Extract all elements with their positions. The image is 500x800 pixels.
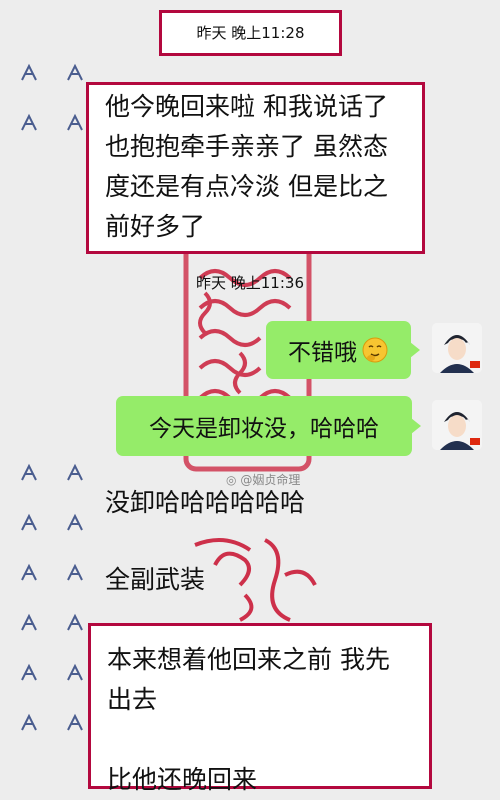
message-line: 比他还晚回来 — [107, 765, 258, 794]
sender-icon — [21, 613, 37, 631]
sender-icon — [21, 113, 37, 131]
sender-icon — [21, 563, 37, 581]
sender-icon — [67, 713, 83, 731]
message-line: 出去 — [107, 685, 158, 714]
avatar-portrait-icon — [432, 400, 482, 450]
outgoing-message-bubble[interactable]: 不错哦 — [266, 321, 420, 379]
message-line — [107, 720, 429, 760]
sender-icon — [67, 663, 83, 681]
sender-icon — [67, 113, 83, 131]
timestamp-label: 昨天 晚上11:36 — [196, 274, 304, 292]
user-avatar[interactable] — [432, 400, 482, 450]
sender-icon — [21, 463, 37, 481]
sender-icon — [67, 63, 83, 81]
user-avatar[interactable] — [432, 323, 482, 373]
sender-icon — [67, 613, 83, 631]
incoming-message: 没卸哈哈哈哈哈哈 — [105, 488, 306, 517]
thinking-emoji-icon — [362, 337, 388, 363]
sender-icon — [67, 463, 83, 481]
sender-icon — [21, 663, 37, 681]
incoming-message-framed: 他今晚回来啦 和我说话了 也抱抱牵手亲亲了 虽然态 度还是有点冷淡 但是比之 前… — [86, 82, 425, 254]
sender-icon — [21, 63, 37, 81]
sender-icon — [21, 513, 37, 531]
timestamp-box: 昨天 晚上11:28 — [159, 10, 342, 56]
sender-icon — [67, 513, 83, 531]
sender-icon — [67, 563, 83, 581]
incoming-message: 全副武装 — [105, 565, 206, 594]
avatar-portrait-icon — [432, 323, 482, 373]
message-line: 本来想着他回来之前 我先 — [107, 645, 390, 674]
sender-icon — [21, 713, 37, 731]
message-line: 前好多了 — [105, 212, 206, 241]
message-text: 今天是卸妆没，哈哈哈 — [149, 416, 379, 442]
seal-stamp-decoration-lower — [194, 538, 317, 622]
message-line: 也抱抱牵手亲亲了 虽然态 — [105, 132, 388, 161]
incoming-message-framed: 本来想着他回来之前 我先 出去 比他还晚回来 — [88, 623, 432, 794]
message-line: 度还是有点冷淡 但是比之 — [105, 172, 388, 201]
message-text: 不错哦 — [288, 340, 357, 366]
timestamp-label: 昨天 晚上11:28 — [196, 24, 305, 42]
outgoing-message-bubble[interactable]: 今天是卸妆没，哈哈哈 — [116, 396, 421, 456]
message-line: 他今晚回来啦 和我说话了 — [105, 92, 388, 121]
